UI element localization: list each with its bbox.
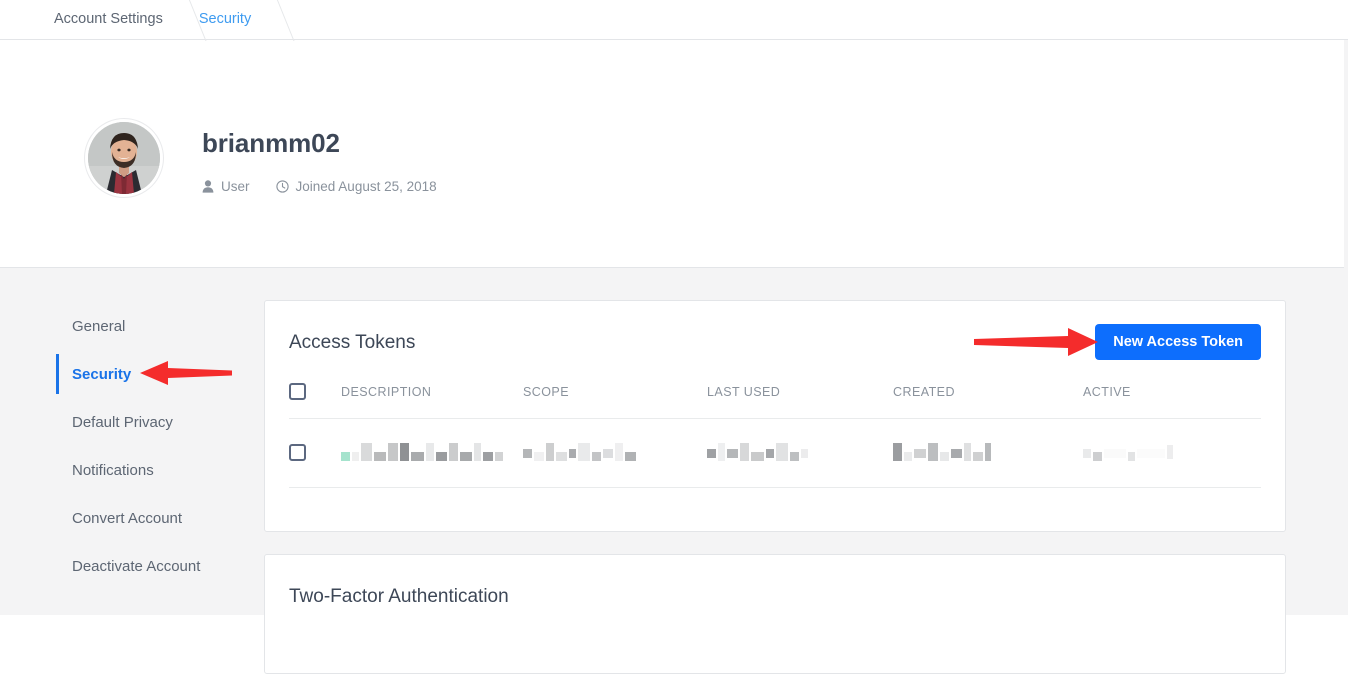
user-icon — [202, 180, 214, 193]
cell-active — [1083, 418, 1261, 488]
row-select-cell — [289, 418, 341, 488]
redacted-last-used — [707, 443, 893, 461]
access-tokens-card: Access Tokens New Access Token DESCRIPTI… — [264, 300, 1286, 532]
avatar-photo — [88, 122, 160, 194]
table-header-row: DESCRIPTION SCOPE LAST USED CREATED ACTI… — [289, 383, 1261, 419]
profile-text: brianmm02 User Joined August 25, 2018 — [202, 130, 437, 194]
sidebar-item-security[interactable]: Security — [56, 350, 264, 398]
profile-role-label: User — [221, 179, 250, 194]
two-factor-authentication-card: Two-Factor Authentication — [264, 554, 1286, 674]
cell-scope — [523, 418, 707, 488]
avatar — [88, 122, 160, 194]
profile-joined-label: Joined August 25, 2018 — [295, 179, 437, 194]
redacted-active — [1083, 443, 1261, 461]
redacted-scope — [523, 443, 707, 461]
breadcrumb-item-account-settings[interactable]: Account Settings — [54, 12, 163, 27]
sidebar-item-deactivate-account[interactable]: Deactivate Account — [56, 542, 264, 590]
sidebar-item-default-privacy[interactable]: Default Privacy — [56, 398, 264, 446]
settings-main: Access Tokens New Access Token DESCRIPTI… — [264, 300, 1347, 674]
column-header-scope[interactable]: SCOPE — [523, 383, 707, 419]
select-all-cell — [289, 383, 341, 419]
page-title: brianmm02 — [202, 128, 340, 158]
access-tokens-table: DESCRIPTION SCOPE LAST USED CREATED ACTI… — [289, 383, 1261, 488]
page-right-gutter — [1344, 40, 1348, 615]
cell-description — [341, 418, 523, 488]
access-tokens-title: Access Tokens — [289, 331, 416, 353]
profile-role: User — [202, 180, 250, 194]
new-access-token-button[interactable]: New Access Token — [1095, 323, 1261, 361]
breadcrumb: Account Settings Security — [0, 0, 1348, 40]
redacted-description — [341, 443, 523, 461]
cell-last-used — [707, 418, 893, 488]
profile-header: brianmm02 User Joined August 25, 2018 — [0, 40, 1348, 268]
redacted-created — [893, 443, 1083, 461]
profile-joined: Joined August 25, 2018 — [275, 179, 437, 194]
table-row[interactable] — [289, 418, 1261, 488]
sidebar-item-convert-account[interactable]: Convert Account — [56, 494, 264, 542]
row-checkbox[interactable] — [289, 443, 306, 461]
column-header-description[interactable]: DESCRIPTION — [341, 383, 523, 419]
clock-icon — [275, 180, 289, 193]
two-factor-title: Two-Factor Authentication — [289, 585, 509, 607]
cell-created — [893, 418, 1083, 488]
settings-sidebar: General Security Default Privacy Notific… — [0, 300, 264, 615]
profile-meta: User Joined August 25, 2018 — [202, 180, 437, 194]
column-header-last-used[interactable]: LAST USED — [707, 383, 893, 419]
select-all-checkbox[interactable] — [289, 383, 306, 400]
breadcrumb-separator-icon — [163, 0, 199, 40]
sidebar-item-general[interactable]: General — [56, 302, 264, 350]
column-header-active[interactable]: ACTIVE — [1083, 383, 1261, 419]
two-factor-header: Two-Factor Authentication — [289, 555, 1261, 637]
column-header-created[interactable]: CREATED — [893, 383, 1083, 419]
access-tokens-header: Access Tokens New Access Token — [289, 301, 1261, 383]
sidebar-item-notifications[interactable]: Notifications — [56, 446, 264, 494]
settings-body: General Security Default Privacy Notific… — [0, 268, 1348, 674]
breadcrumb-separator-icon — [251, 0, 287, 40]
breadcrumb-item-security[interactable]: Security — [199, 12, 251, 27]
